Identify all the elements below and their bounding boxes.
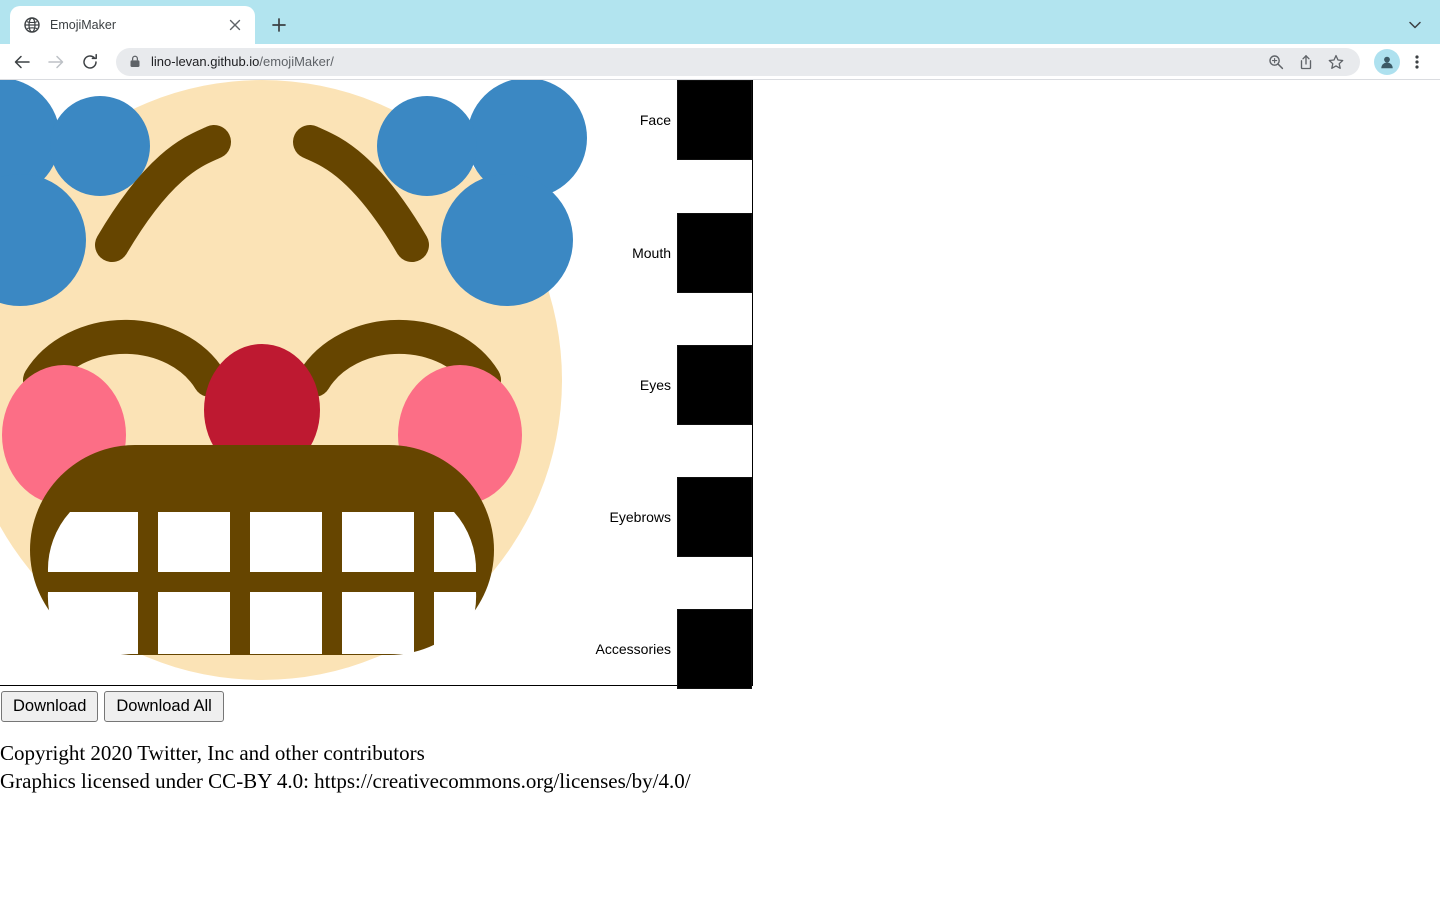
layer-swatch[interactable] [677, 213, 752, 293]
share-icon[interactable] [1294, 50, 1318, 74]
layer-row-accessories[interactable]: Accessories [596, 609, 752, 689]
layer-label: Eyebrows [609, 509, 671, 525]
url-path: /emojiMaker/ [259, 54, 334, 69]
tab-strip: EmojiMaker [0, 0, 1440, 44]
url-text: lino-levan.github.io/emojiMaker/ [151, 54, 334, 69]
emoji-editor: Face Mouth Eyes Eyebrows Accessories [0, 80, 753, 689]
layer-swatch[interactable] [677, 609, 752, 689]
arrow-left-icon[interactable] [6, 46, 38, 78]
star-icon[interactable] [1324, 50, 1348, 74]
download-button-bar: Download Download All [0, 686, 224, 722]
browser-toolbar: lino-levan.github.io/emojiMaker/ [0, 44, 1440, 80]
new-tab-button[interactable] [265, 11, 293, 39]
layer-row-face[interactable]: Face [640, 80, 752, 160]
tab-title: EmojiMaker [50, 18, 116, 32]
layer-row-eyes[interactable]: Eyes [640, 345, 752, 425]
reload-icon[interactable] [74, 46, 106, 78]
copyright-line: Copyright 2020 Twitter, Inc and other co… [0, 741, 425, 765]
url-domain: lino-levan.github.io [151, 54, 260, 69]
lock-icon [128, 55, 141, 68]
globe-icon [24, 17, 40, 33]
emoji-canvas[interactable] [0, 80, 602, 685]
layer-label: Accessories [595, 641, 671, 657]
layer-row-mouth[interactable]: Mouth [632, 213, 752, 293]
tab-search-chevron-down-icon[interactable] [1404, 14, 1426, 36]
close-icon[interactable] [225, 15, 245, 35]
layer-label: Eyes [639, 377, 671, 393]
emoji-preview [0, 80, 587, 680]
arrow-right-icon [40, 46, 72, 78]
layer-list: Face Mouth Eyes Eyebrows Accessories [562, 80, 752, 689]
omnibox-actions [1264, 50, 1348, 74]
layer-swatch[interactable] [677, 345, 752, 425]
license-line: Graphics licensed under CC-BY 4.0: https… [0, 768, 691, 793]
download-all-button[interactable]: Download All [104, 691, 224, 722]
download-button[interactable]: Download [1, 691, 99, 722]
browser-chrome: EmojiMaker lino-levan.github.io/emojiMak… [0, 0, 1440, 80]
emoji-mouth [30, 445, 494, 655]
layer-row-eyebrows[interactable]: Eyebrows [610, 477, 752, 557]
page-content: Face Mouth Eyes Eyebrows Accessories Dow… [0, 80, 1440, 900]
address-bar[interactable]: lino-levan.github.io/emojiMaker/ [116, 47, 1360, 76]
footer-credits: Copyright 2020 Twitter, Inc and other co… [0, 740, 691, 795]
layer-swatch[interactable] [677, 80, 752, 160]
layer-swatch[interactable] [677, 477, 752, 557]
layer-label: Face [639, 112, 671, 128]
zoom-magnifier-icon[interactable] [1264, 50, 1288, 74]
layer-label: Mouth [632, 245, 671, 261]
browser-tab[interactable]: EmojiMaker [10, 6, 255, 44]
kebab-menu-icon[interactable] [1404, 49, 1430, 75]
avatar-icon[interactable] [1374, 48, 1400, 75]
